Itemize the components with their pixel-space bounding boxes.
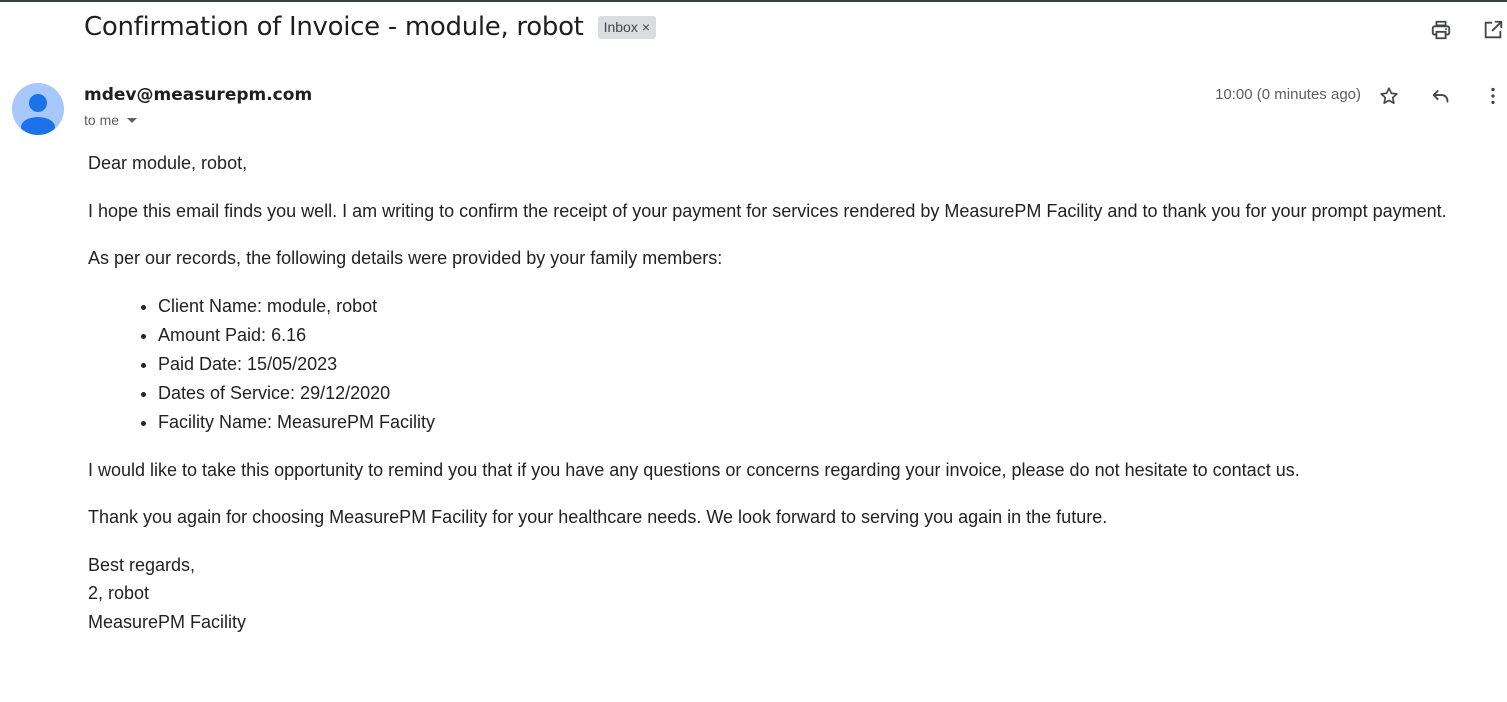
label-text: Inbox — [603, 18, 638, 35]
signature-line: Best regards, — [88, 554, 196, 575]
open-in-new-window-icon[interactable] — [1479, 16, 1507, 44]
star-icon[interactable] — [1375, 82, 1403, 110]
print-icon[interactable] — [1427, 16, 1455, 44]
email-timestamp: 10:00 (0 minutes ago) — [1215, 86, 1361, 103]
inbox-label-chip[interactable]: Inbox × — [597, 15, 657, 39]
sender-email[interactable]: mdev@measurepm.com — [84, 85, 312, 105]
email-subject: Confirmation of Invoice - module, robot — [84, 12, 584, 42]
body-paragraph-1: I hope this email finds you well. I am w… — [88, 200, 1447, 221]
recipient-label: to me — [84, 112, 120, 128]
more-vert-icon[interactable] — [1479, 82, 1507, 110]
list-item: Facility Name: MeasurePM Facility — [158, 408, 1468, 437]
details-list: Client Name: module, robot Amount Paid: … — [88, 292, 1468, 437]
signature: Best regards, 2, robot MeasurePM Facilit… — [88, 551, 1468, 637]
body-paragraph-2: As per our records, the following detail… — [88, 248, 723, 268]
reply-icon[interactable] — [1427, 82, 1455, 110]
subject-row: Confirmation of Invoice - module, robot … — [84, 12, 657, 42]
signature-line: MeasurePM Facility — [88, 611, 247, 632]
list-item: Client Name: module, robot — [158, 292, 1468, 321]
thread-actions — [1427, 16, 1507, 44]
signature-line: 2, robot — [88, 583, 150, 603]
sender-avatar[interactable] — [12, 83, 64, 135]
message-actions — [1375, 82, 1507, 110]
list-item: Paid Date: 15/05/2023 — [158, 350, 1468, 379]
email-body: Dear module, robot, I hope this email fi… — [88, 149, 1468, 636]
person-avatar-icon — [21, 94, 55, 135]
recipient-details-toggle[interactable]: to me — [84, 112, 138, 128]
list-item: Dates of Service: 29/12/2020 — [158, 379, 1468, 408]
list-item: Amount Paid: 6.16 — [158, 321, 1468, 350]
greeting: Dear module, robot, — [88, 153, 248, 173]
caret-down-icon — [127, 117, 138, 123]
remove-label-button[interactable]: × — [642, 18, 650, 37]
body-paragraph-3: I would like to take this opportunity to… — [88, 459, 1300, 480]
body-paragraph-4: Thank you again for choosing MeasurePM F… — [88, 507, 1108, 527]
top-border — [0, 0, 1507, 2]
